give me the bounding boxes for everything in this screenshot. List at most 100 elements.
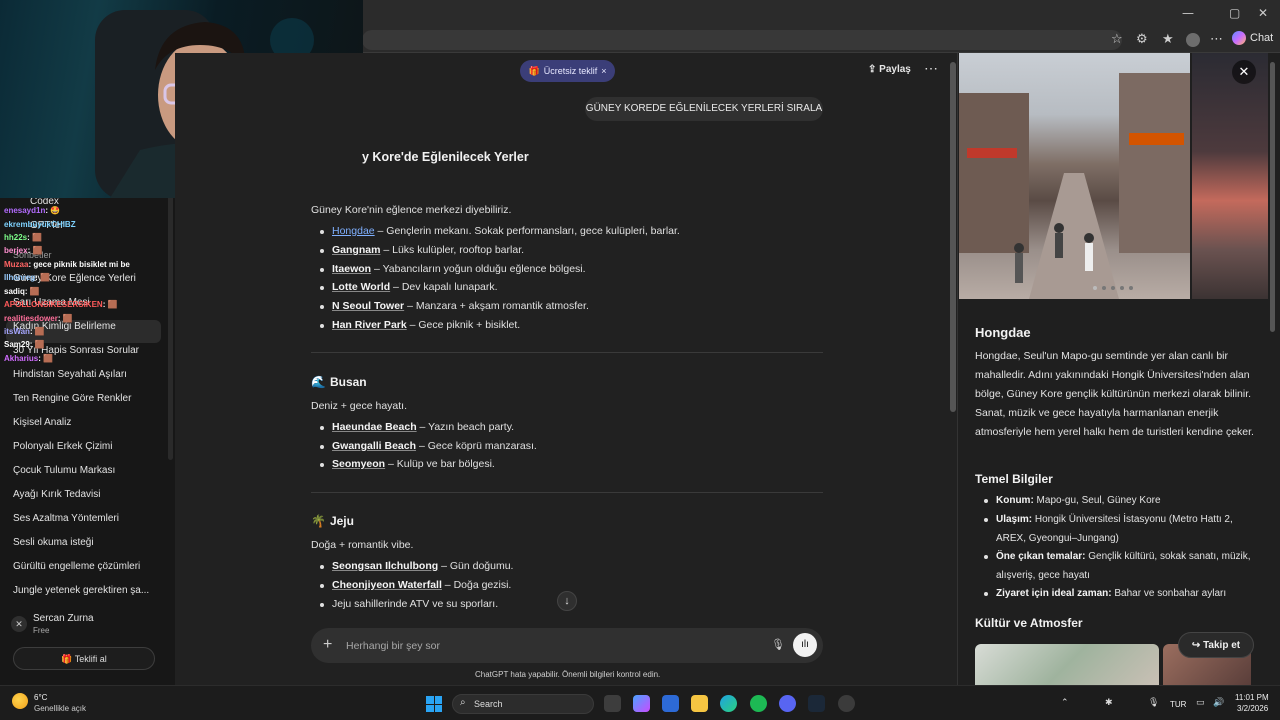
chat-message: realitiesdower: 🟫	[4, 314, 73, 323]
fact-item: Konum: Mapo-gu, Seul, Güney Kore	[984, 492, 1256, 511]
place-link[interactable]: Haeundae Beach	[332, 421, 417, 433]
offer-button[interactable]: 🎁 Teklifi al	[13, 647, 155, 670]
list-item: Gwangalli Beach – Gece köprü manzarası.	[320, 440, 537, 452]
weather-temperature[interactable]: 6°C	[34, 693, 47, 702]
favorites-icon[interactable]: ★	[1162, 32, 1174, 47]
microphone-icon[interactable]: 🎙	[771, 638, 785, 651]
list-item: Jeju sahillerinde ATV ve su sporları.	[319, 598, 499, 610]
minimize-icon[interactable]: —	[1182, 6, 1194, 20]
follow-button[interactable]: ↪ Takip et	[1178, 632, 1254, 658]
sidebar-item-chat[interactable]: Sesli okuma isteği	[13, 537, 94, 548]
place-link[interactable]: Hongdae	[332, 225, 375, 237]
chat-message: Ilhanreg: 🟫	[4, 273, 50, 282]
list-item: Seongsan Ilchulbong – Gün doğumu.	[319, 560, 514, 572]
place-link[interactable]: Seomyeon	[332, 458, 385, 470]
extensions-icon[interactable]: ⚙	[1136, 32, 1148, 47]
steam-icon[interactable]	[808, 695, 825, 712]
bluetooth-icon[interactable]: ✱	[1105, 698, 1113, 708]
carousel-dot[interactable]	[1111, 286, 1115, 290]
copilot-chat-button[interactable]: Chat	[1232, 31, 1273, 45]
sidebar-item-chat[interactable]: Gürültü engelleme çözümleri	[13, 561, 140, 572]
panel-scrollbar[interactable]	[1270, 62, 1275, 332]
chat-message: itsWan: 🟫	[4, 327, 45, 336]
start-button-icon[interactable]	[426, 696, 442, 712]
app-icon[interactable]	[838, 695, 855, 712]
maximize-icon[interactable]: ▢	[1229, 6, 1240, 20]
edge-icon[interactable]	[720, 695, 737, 712]
scroll-down-button[interactable]: ↓	[557, 591, 577, 611]
tray-chevron-icon[interactable]: ⌃	[1061, 698, 1069, 708]
profile-avatar[interactable]	[1186, 33, 1200, 47]
search-icon: ⌕	[460, 697, 466, 708]
fact-item: Öne çıkan temalar: Gençlik kültürü, soka…	[984, 548, 1256, 585]
chat-message: Muzaa: gece piknik bisiklet mi be	[4, 260, 130, 269]
sidebar-item-chat[interactable]: Çocuk Tulumu Markası	[13, 465, 115, 476]
user-avatar[interactable]: ✕	[11, 616, 27, 632]
place-description: Hongdae, Seul'un Mapo-gu semtinde yer al…	[975, 350, 1254, 438]
more-menu-icon[interactable]: ⋯	[1210, 32, 1223, 47]
clock-date[interactable]: 3/2/2026	[1237, 704, 1268, 713]
close-icon[interactable]: ×	[601, 66, 606, 76]
weather-icon[interactable]	[12, 693, 28, 709]
volume-icon[interactable]: 🔊	[1213, 698, 1224, 708]
mic-tray-icon[interactable]: 🎙	[1148, 698, 1159, 708]
carousel-dot[interactable]	[1102, 286, 1106, 290]
network-icon[interactable]: ▭	[1196, 698, 1205, 708]
weather-description[interactable]: Genellikle açık	[34, 704, 86, 713]
sidebar-item-chat[interactable]: Ayağı Kırık Tedavisi	[13, 489, 100, 500]
culture-photo[interactable]	[975, 644, 1159, 685]
address-bar[interactable]	[362, 30, 1122, 50]
sidebar-item-chat[interactable]: Polonyalı Erkek Çizimi	[13, 441, 112, 452]
section-heading-jeju: 🌴 Jeju	[311, 514, 354, 528]
carousel-dot[interactable]	[1120, 286, 1124, 290]
place-link[interactable]: N Seoul Tower	[332, 300, 404, 312]
divider	[311, 352, 823, 353]
busan-intro: Deniz + gece hayatı.	[311, 400, 408, 412]
language-indicator[interactable]: TUR	[1170, 700, 1186, 709]
list-item: Lotte World – Dev kapalı lunapark.	[320, 281, 498, 293]
discord-icon[interactable]	[779, 695, 796, 712]
place-link[interactable]: Seongsan Ilchulbong	[332, 560, 438, 572]
voice-mode-button[interactable]: ılı	[793, 633, 817, 657]
place-link[interactable]: Gangnam	[332, 244, 380, 256]
place-link[interactable]: Gwangalli Beach	[332, 440, 416, 452]
sidebar-item-chat[interactable]: Jungle yetenek gerektiren şa...	[13, 585, 149, 596]
file-explorer-icon[interactable]	[691, 695, 708, 712]
place-link[interactable]: Han River Park	[332, 319, 407, 331]
chat-message: APOLLONSIKESERSIKEN: 🟫	[4, 300, 118, 309]
place-photo[interactable]	[959, 53, 1190, 299]
chat-message: berjex: 🟫	[4, 246, 43, 255]
sidebar-item-chat[interactable]: Ten Rengine Göre Renkler	[13, 393, 131, 404]
street-photo-image	[959, 73, 1190, 299]
carousel-dot[interactable]	[1093, 286, 1097, 290]
chat-message: ekrembüyükCHIBZ	[4, 220, 76, 229]
carousel-dot[interactable]	[1129, 286, 1133, 290]
copilot-app-icon[interactable]	[633, 695, 650, 712]
sidebar-item-chat[interactable]: Ses Azaltma Yöntemleri	[13, 513, 119, 524]
plus-icon[interactable]: +	[323, 636, 332, 654]
place-link[interactable]: Cheonjiyeon Waterfall	[332, 579, 442, 591]
list-item: Seomyeon – Kulüp ve bar bölgesi.	[320, 458, 495, 470]
sidebar-item-chat[interactable]: Kişisel Analiz	[13, 417, 71, 428]
response-heading: y Kore'de Eğlenilecek Yerler	[362, 150, 529, 164]
place-photo[interactable]	[1192, 53, 1268, 299]
user-name[interactable]: Sercan Zurna	[33, 613, 94, 624]
more-options-button[interactable]: ⋯	[924, 60, 938, 77]
share-icon: ⇪	[868, 64, 880, 75]
task-view-icon[interactable]	[604, 695, 621, 712]
favorite-star-icon[interactable]: ☆	[1111, 32, 1123, 47]
message-input[interactable]	[346, 639, 726, 653]
main-scrollbar[interactable]	[950, 62, 956, 412]
spotify-icon[interactable]	[750, 695, 767, 712]
place-link[interactable]: Itaewon	[332, 263, 371, 275]
place-link[interactable]: Lotte World	[332, 281, 390, 293]
close-panel-button[interactable]: ✕	[1232, 60, 1256, 84]
sidebar-item-chat[interactable]: Hindistan Seyahati Aşıları	[13, 369, 127, 380]
clock-time[interactable]: 11:01 PM	[1235, 693, 1269, 702]
store-icon[interactable]	[662, 695, 679, 712]
jeju-intro: Doğa + romantik vibe.	[311, 539, 414, 551]
place-title: Hongdae	[975, 325, 1031, 340]
close-window-icon[interactable]: ✕	[1258, 6, 1268, 20]
free-offer-pill[interactable]: 🎁 Ücretsiz teklif ×	[520, 60, 615, 82]
share-button[interactable]: ⇪ Paylaş	[868, 64, 911, 75]
